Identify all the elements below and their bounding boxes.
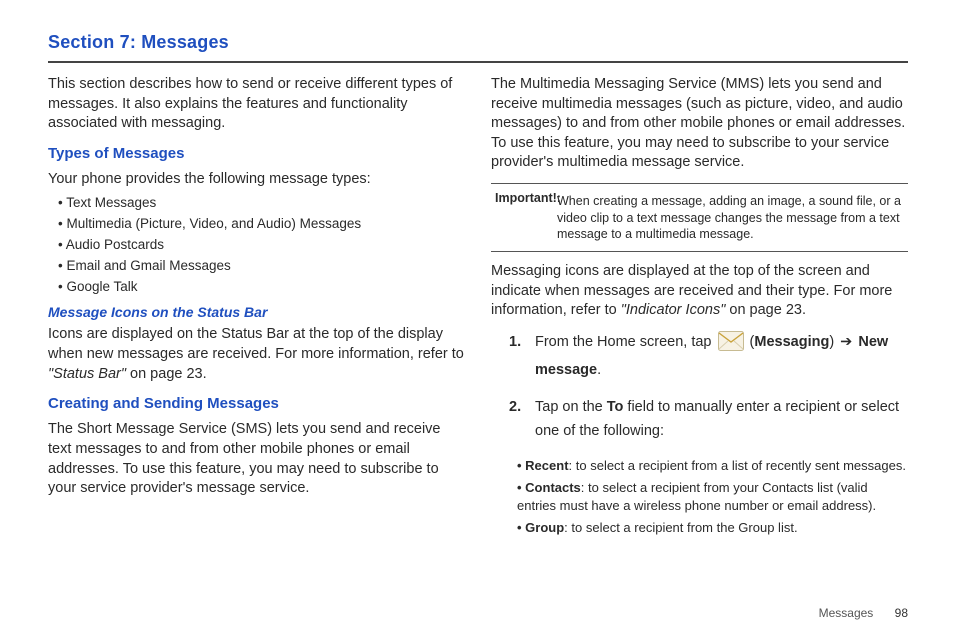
important-text: When creating a message, adding an image…: [495, 193, 904, 244]
page-number: 98: [895, 606, 908, 620]
step-number: 1.: [509, 331, 525, 382]
to-field-label: To: [607, 399, 624, 415]
list-item: Recent: to select a recipient from a lis…: [517, 457, 908, 475]
step-body: From the Home screen, tap (Messaging) ➔ …: [535, 331, 908, 382]
types-list: Text Messages Multimedia (Picture, Video…: [48, 194, 465, 297]
types-lead: Your phone provides the following messag…: [48, 170, 465, 190]
reference-indicator-icons: "Indicator Icons": [621, 302, 726, 318]
section-title: Section 7: Messages: [48, 32, 908, 53]
text: Tap on the: [535, 399, 607, 415]
list-item: Contacts: to select a recipient from you…: [517, 479, 908, 514]
option-text: : to select a recipient from the Group l…: [564, 520, 797, 535]
text: on page 23.: [725, 302, 806, 318]
steps-list: 1. From the Home screen, tap (Messaging)…: [509, 331, 908, 443]
important-note: Important!: When creating a message, add…: [491, 183, 908, 253]
step-1: 1. From the Home screen, tap (Messaging)…: [509, 331, 908, 382]
option-label: Group: [525, 520, 564, 535]
manual-page: Section 7: Messages This section describ…: [0, 0, 954, 636]
step-2: 2. Tap on the To field to manually enter…: [509, 396, 908, 442]
icons-info-paragraph: Messaging icons are displayed at the top…: [491, 262, 908, 321]
option-label: Contacts: [525, 480, 581, 495]
messaging-label: Messaging: [754, 334, 829, 350]
text: Icons are displayed on the Status Bar at…: [48, 326, 464, 362]
messaging-icon: [718, 331, 744, 359]
list-item: Email and Gmail Messages: [58, 257, 465, 275]
right-column: The Multimedia Messaging Service (MMS) l…: [491, 75, 908, 542]
step-number: 2.: [509, 396, 525, 442]
text: on page 23.: [126, 366, 207, 382]
section-divider: [48, 61, 908, 63]
recipient-options: Recent: to select a recipient from a lis…: [491, 457, 908, 537]
list-item: Group: to select a recipient from the Gr…: [517, 519, 908, 537]
mms-paragraph: The Multimedia Messaging Service (MMS) l…: [491, 75, 908, 173]
left-column: This section describes how to send or re…: [48, 75, 465, 542]
two-column-body: This section describes how to send or re…: [48, 75, 908, 542]
heading-message-icons: Message Icons on the Status Bar: [48, 303, 465, 322]
create-paragraph: The Short Message Service (SMS) lets you…: [48, 420, 465, 498]
icons-paragraph: Icons are displayed on the Status Bar at…: [48, 325, 465, 384]
important-label: Important!:: [495, 191, 561, 205]
step-body: Tap on the To field to manually enter a …: [535, 396, 908, 442]
heading-creating-sending: Creating and Sending Messages: [48, 394, 465, 414]
text: From the Home screen, tap: [535, 334, 716, 350]
arrow-icon: ➔: [840, 334, 852, 350]
page-footer: Messages 98: [819, 606, 908, 620]
list-item: Multimedia (Picture, Video, and Audio) M…: [58, 215, 465, 233]
option-label: Recent: [525, 458, 568, 473]
list-item: Text Messages: [58, 194, 465, 212]
text: .: [597, 362, 601, 378]
list-item: Audio Postcards: [58, 236, 465, 254]
heading-types: Types of Messages: [48, 144, 465, 164]
option-text: : to select a recipient from a list of r…: [569, 458, 906, 473]
list-item: Google Talk: [58, 278, 465, 296]
footer-section-label: Messages: [819, 606, 874, 620]
reference-status-bar: "Status Bar": [48, 366, 126, 382]
intro-paragraph: This section describes how to send or re…: [48, 75, 465, 134]
